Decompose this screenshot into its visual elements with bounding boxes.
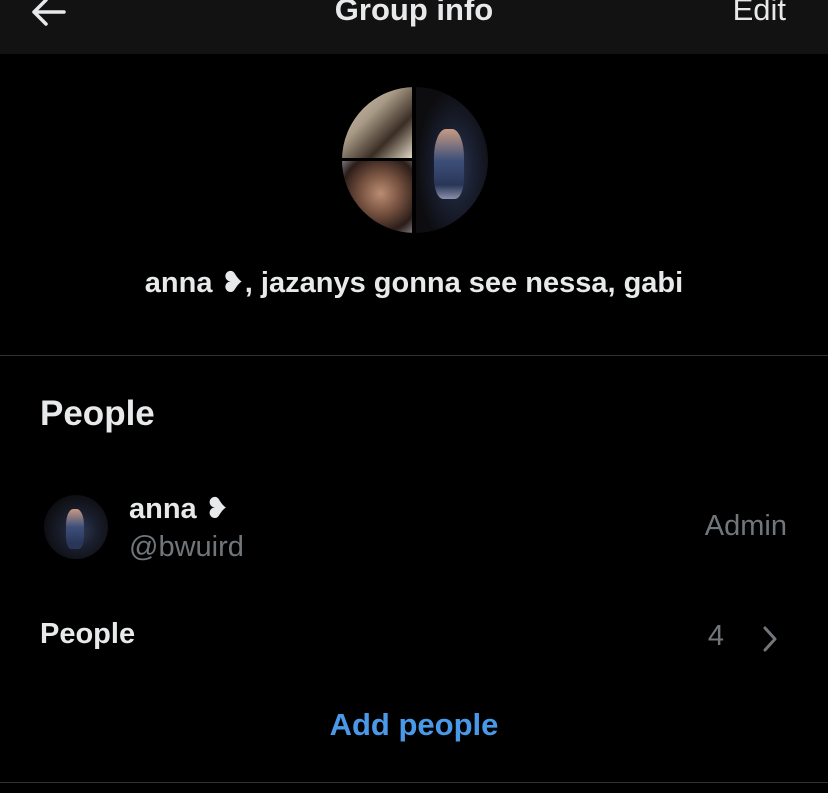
group-avatar[interactable] xyxy=(342,87,488,233)
member-handle: @bwuird xyxy=(129,531,244,563)
bottom-divider xyxy=(0,782,828,783)
people-row-label: People xyxy=(40,618,136,650)
chevron-right-icon xyxy=(763,626,777,652)
group-avatar-photo-3 xyxy=(416,87,488,233)
people-count: 4 xyxy=(707,620,724,652)
group-avatar-photo-1 xyxy=(342,87,412,158)
avatar-figure xyxy=(66,509,84,549)
member-role-badge: Admin xyxy=(704,510,787,542)
section-divider xyxy=(0,355,828,356)
top-bar: Group info Edit xyxy=(0,0,828,54)
page-title: Group info xyxy=(334,0,494,27)
edit-button[interactable]: Edit xyxy=(733,0,786,28)
group-name: anna ❥, jazanys gonna see nessa, gabi xyxy=(144,267,684,299)
photo-figure xyxy=(434,129,464,199)
group-avatar-photo-2 xyxy=(342,161,412,233)
member-row[interactable]: anna ❥ @bwuird Admin xyxy=(0,480,828,580)
group-info-screen: Group info Edit anna ❥, jazanys gonna se… xyxy=(0,0,828,793)
people-list-row[interactable]: People 4 xyxy=(0,610,828,668)
avatar xyxy=(44,495,108,559)
member-name: anna ❥ xyxy=(129,493,230,525)
add-people-button[interactable]: Add people xyxy=(0,707,828,743)
people-section-title: People xyxy=(40,394,155,433)
